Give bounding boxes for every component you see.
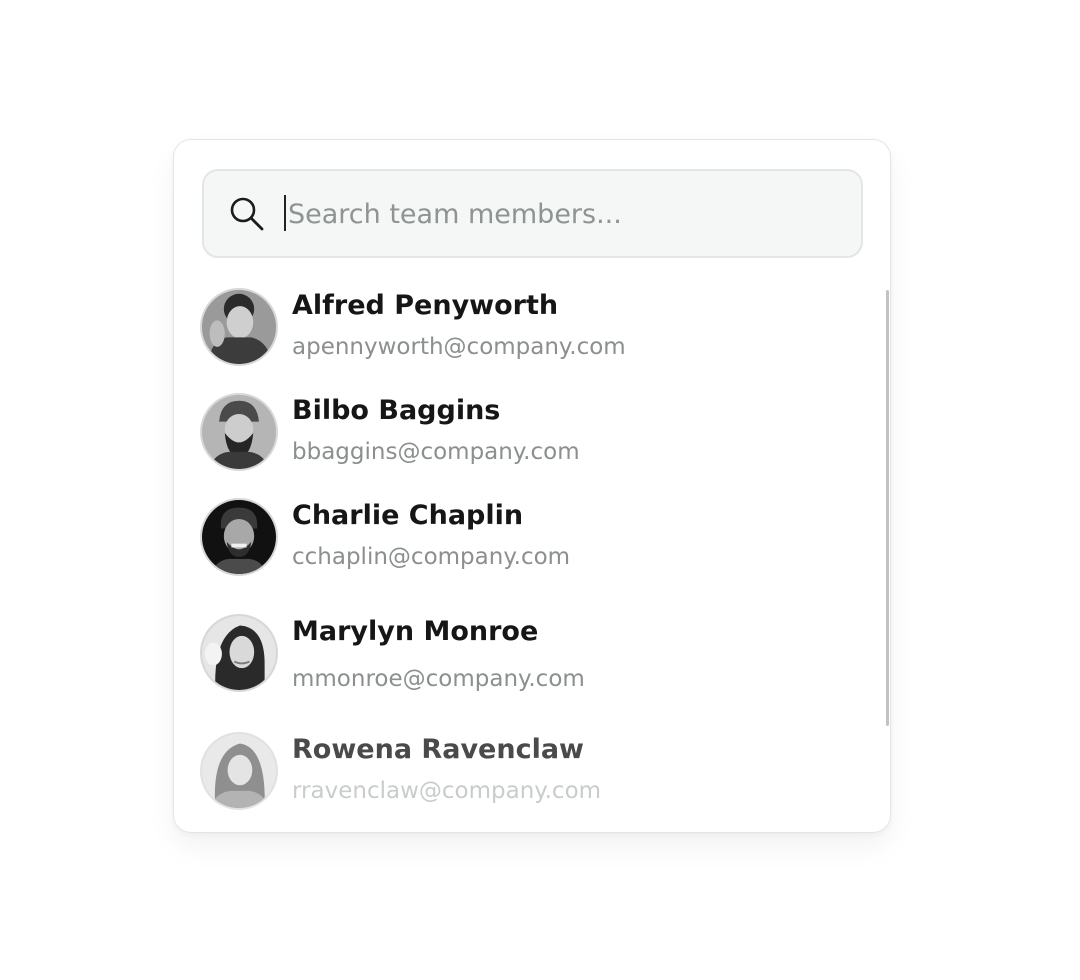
search-input[interactable] bbox=[286, 191, 846, 237]
member-email: rravenclaw@company.com bbox=[292, 778, 602, 804]
list-item[interactable]: Rowena Ravenclaw rravenclaw@company.com bbox=[200, 732, 820, 822]
person-avatar-icon bbox=[202, 616, 276, 690]
member-name: Marylyn Monroe bbox=[292, 616, 539, 647]
member-email: mmonroe@company.com bbox=[292, 666, 585, 692]
member-email: cchaplin@company.com bbox=[292, 544, 571, 570]
avatar bbox=[200, 614, 278, 692]
member-name: Alfred Penyworth bbox=[292, 290, 559, 321]
person-avatar-icon bbox=[202, 290, 276, 364]
member-email: bbaggins@company.com bbox=[292, 439, 580, 465]
member-list: Alfred Penyworth apennyworth@company.com… bbox=[174, 280, 874, 832]
list-item[interactable]: Marylyn Monroe mmonroe@company.com bbox=[200, 614, 820, 704]
person-avatar-icon bbox=[202, 500, 276, 574]
avatar bbox=[200, 288, 278, 366]
text-cursor bbox=[284, 195, 286, 231]
member-name: Bilbo Baggins bbox=[292, 395, 501, 426]
avatar bbox=[200, 732, 278, 810]
team-member-picker: Alfred Penyworth apennyworth@company.com… bbox=[173, 139, 891, 833]
list-item[interactable]: Bilbo Baggins bbaggins@company.com bbox=[200, 393, 820, 483]
person-avatar-icon bbox=[202, 734, 276, 808]
member-email: apennyworth@company.com bbox=[292, 334, 626, 360]
person-avatar-icon bbox=[202, 395, 276, 469]
list-item[interactable]: Alfred Penyworth apennyworth@company.com bbox=[200, 288, 820, 378]
list-item[interactable]: Charlie Chaplin cchaplin@company.com bbox=[200, 498, 820, 588]
member-name: Charlie Chaplin bbox=[292, 500, 524, 531]
search-box[interactable] bbox=[202, 169, 863, 258]
scrollbar[interactable] bbox=[886, 290, 889, 726]
member-name: Rowena Ravenclaw bbox=[292, 734, 585, 765]
page: Alfred Penyworth apennyworth@company.com… bbox=[0, 0, 1080, 980]
avatar bbox=[200, 393, 278, 471]
avatar bbox=[200, 498, 278, 576]
search-icon bbox=[230, 197, 264, 231]
